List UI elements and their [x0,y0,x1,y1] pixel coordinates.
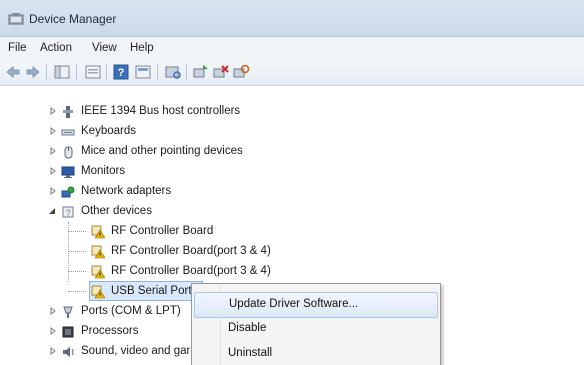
tree-item-label: Other devices [81,205,152,217]
scan-hardware-icon[interactable] [164,63,182,81]
tree-item-label: Monitors [81,165,126,177]
tree-item-mice[interactable]: Mice and other pointing devices [0,142,560,162]
svg-text:?: ? [65,208,70,218]
menu-bar: File Action View Help [0,37,584,59]
tree-item-label: USB Serial Port [111,285,192,297]
warning-device-icon [91,265,105,279]
expand-arrow-icon[interactable] [49,127,57,135]
processor-icon [62,326,74,338]
tree-item-sound[interactable]: Sound, video and game controllers [0,342,190,362]
toolbar-separator [46,64,47,80]
tree-item-label: Processors [81,325,139,337]
tree-item-label: Mice and other pointing devices [81,145,243,157]
port-icon [63,306,73,318]
uninstall-icon[interactable] [212,63,230,81]
tree-item-network-adapters[interactable]: Network adapters [0,182,560,202]
warning-device-icon [91,285,105,299]
expand-arrow-icon[interactable] [49,187,57,195]
tree-item-other-devices[interactable]: ? Other devices [0,202,560,222]
tree-item-label: Keyboards [81,125,136,137]
menu-help[interactable]: Help [130,42,154,54]
tree-item-label: RF Controller Board(port 3 & 4) [111,265,271,277]
toolbar-separator [76,64,77,80]
expand-arrow-icon[interactable] [49,107,57,115]
toolbar-separator [186,64,187,80]
warning-device-icon [91,225,105,239]
menu-view[interactable]: View [92,42,117,54]
bus-controller-icon [63,106,73,118]
help-icon[interactable]: ? [112,63,130,81]
disable-menu-item[interactable]: Disable [194,317,436,341]
tree-item-label: RF Controller Board [111,225,214,237]
update-driver-icon[interactable] [192,63,210,81]
expand-arrow-icon[interactable] [49,327,57,335]
warning-device-icon [91,245,105,259]
expand-arrow-icon[interactable] [49,307,57,315]
tree-item-label: RF Controller Board(port 3 & 4) [111,245,271,257]
tree-item-label: Network adapters [81,185,172,197]
sound-icon [63,347,74,357]
uninstall-menu-item[interactable]: Uninstall [194,342,436,365]
back-arrow-icon[interactable] [4,63,22,81]
expand-arrow-icon[interactable] [49,167,57,175]
collapse-arrow-icon[interactable] [48,207,56,215]
menu-item-label: Uninstall [228,347,273,359]
menu-action[interactable]: Action [40,42,72,54]
tree-item-ports[interactable]: Ports (COM & LPT) [0,302,190,322]
menu-item-label: Disable [228,322,267,334]
tree-item-label: IEEE 1394 Bus host controllers [81,105,241,117]
menu-item-label: Update Driver Software... [229,298,359,310]
monitor-icon [61,166,75,178]
window-title: Device Manager [29,12,117,26]
mouse-icon [64,146,73,159]
tree-item-rf-controller-board[interactable]: RF Controller Board [0,222,560,242]
toolbar: ? [0,59,584,86]
show-hidden-icon[interactable] [134,63,152,81]
console-tree-icon[interactable] [53,63,71,81]
tree-item-label: Ports (COM & LPT) [81,305,181,317]
update-driver-software-menu-item[interactable]: Update Driver Software... [194,292,438,318]
tree-item-ieee1394[interactable]: IEEE 1394 Bus host controllers [0,102,560,122]
tree-item-keyboards[interactable]: Keyboards [0,122,560,142]
keyboard-icon [61,129,75,136]
tree-item-label: Sound, video and game controllers [81,345,190,357]
tree-item-rf-controller-board-port[interactable]: RF Controller Board(port 3 & 4) [0,242,560,262]
toolbar-separator [106,64,107,80]
expand-arrow-icon[interactable] [49,147,57,155]
device-manager-window: Device Manager File Action View Help ? I… [0,0,584,365]
device-manager-icon [8,13,24,25]
toolbar-separator [157,64,158,80]
unknown-device-icon: ? [62,206,74,218]
network-adapter-icon [61,186,75,198]
svg-text:?: ? [118,67,125,79]
menu-file[interactable]: File [8,42,27,54]
tree-item-monitors[interactable]: Monitors [0,162,560,182]
title-bar[interactable]: Device Manager [0,0,584,37]
disable-icon[interactable] [232,63,250,81]
forward-arrow-icon[interactable] [24,63,42,81]
properties-icon[interactable] [84,63,102,81]
tree-item-processors[interactable]: Processors [0,322,190,342]
context-menu: Update Driver Software... Disable Uninst… [191,283,441,365]
tree-item-rf-controller-board-port[interactable]: RF Controller Board(port 3 & 4) [0,262,560,282]
expand-arrow-icon[interactable] [49,347,57,355]
